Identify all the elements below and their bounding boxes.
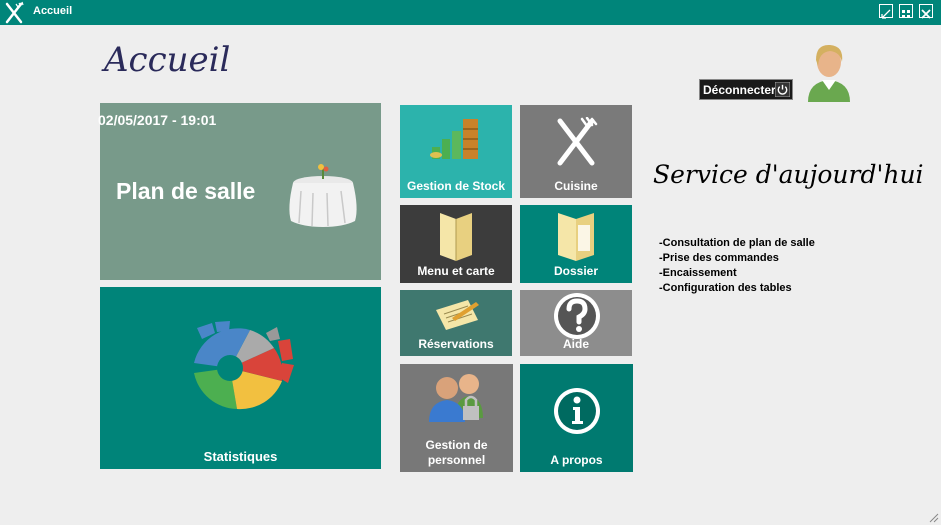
menu-card-label: Menu et carte xyxy=(417,264,495,278)
logout-button[interactable]: Déconnecter xyxy=(699,79,793,100)
fork-knife-icon xyxy=(5,1,24,24)
staff-management-tile[interactable]: Gestion de personnel xyxy=(400,364,513,472)
page-title: Accueil xyxy=(104,40,231,80)
statistics-label: Statistiques xyxy=(203,449,278,464)
maximize-button[interactable] xyxy=(899,4,913,18)
service-item: -Encaissement xyxy=(659,267,737,279)
stock-management-label: Gestion de Stock xyxy=(406,179,506,193)
kitchen-label: Cuisine xyxy=(554,179,598,193)
about-label: A propos xyxy=(550,453,603,467)
kitchen-tile[interactable]: Cuisine xyxy=(520,105,632,198)
service-item: -Prise des commandes xyxy=(659,252,779,264)
user-avatar-icon xyxy=(808,44,850,102)
statistics-tile[interactable]: Statistiques xyxy=(100,287,381,469)
window-title: Accueil xyxy=(33,5,73,17)
help-label: Aide xyxy=(562,337,589,351)
reservations-label: Réservations xyxy=(418,337,494,351)
service-item: -Configuration des tables xyxy=(659,282,792,294)
service-list: -Consultation de plan de salle -Prise de… xyxy=(659,236,815,296)
close-icon xyxy=(921,9,931,19)
window-titlebar: Accueil xyxy=(0,0,941,25)
floor-plan-label: Plan de salle xyxy=(116,178,256,204)
service-title: Service d'aujourd'hui xyxy=(653,160,924,189)
floor-plan-tile[interactable]: 02/05/2017 - 19:01 Plan de salle xyxy=(98,103,381,280)
resize-grip-icon[interactable] xyxy=(927,511,939,523)
info-icon xyxy=(554,388,600,434)
users-lock-icon xyxy=(429,374,483,422)
stock-chart-icon xyxy=(430,119,478,159)
staff-management-label: Gestion de personnel xyxy=(425,438,488,467)
current-datetime: 02/05/2017 - 19:01 xyxy=(98,112,217,128)
service-item: -Consultation de plan de salle xyxy=(659,237,815,249)
reservations-tile[interactable]: Réservations xyxy=(400,290,512,356)
sunburst-chart-icon xyxy=(194,321,294,410)
menu-card-tile[interactable]: Menu et carte xyxy=(400,205,512,283)
restore-button[interactable] xyxy=(879,4,893,19)
power-icon xyxy=(775,82,790,97)
restore-icon xyxy=(881,9,891,19)
close-button[interactable] xyxy=(919,4,933,19)
help-tile[interactable]: Aide xyxy=(520,290,632,356)
dining-table-icon xyxy=(289,164,357,227)
question-mark-icon xyxy=(554,293,600,339)
folder-icon xyxy=(440,213,472,261)
notepad-pencil-icon xyxy=(436,300,479,330)
maximize-icon xyxy=(902,10,910,18)
folder-icon xyxy=(558,213,594,261)
folder-label: Dossier xyxy=(553,264,599,278)
folder-tile[interactable]: Dossier xyxy=(520,205,632,283)
logout-label: Déconnecter xyxy=(703,83,776,97)
about-tile[interactable]: A propos xyxy=(520,364,633,472)
fork-knife-icon xyxy=(557,117,598,166)
stock-management-tile[interactable]: Gestion de Stock xyxy=(400,105,512,198)
